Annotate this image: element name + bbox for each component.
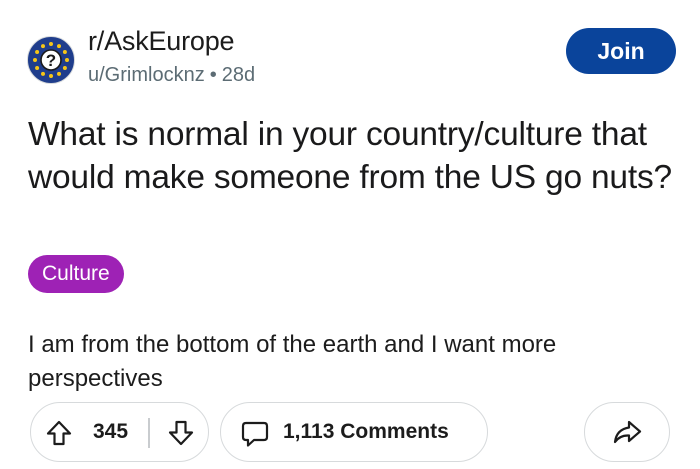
arrow-down-icon[interactable] [166,418,196,448]
score-count: 345 [93,420,129,443]
vote-pill: 345 [30,402,209,462]
subreddit-name[interactable]: r/AskEurope [88,26,235,57]
comments-count: 1,113 Comments [283,420,449,443]
eu-flag-question-icon: ? [27,36,75,84]
comment-bubble-icon [240,419,270,449]
post-age: 28d [221,64,256,86]
comments-button[interactable]: 1,113 Comments [220,402,488,462]
author-link[interactable]: u/Grimlocknz [88,64,205,86]
subreddit-avatar[interactable]: ? [26,35,76,85]
post-meta: u/Grimlocknz • 28d [88,64,255,87]
arrow-up-icon[interactable] [44,418,74,448]
flair-badge[interactable]: Culture [28,255,124,293]
post-header: ? r/AskEurope u/Grimlocknz • 28d Join [26,26,676,86]
vote-divider [148,418,150,448]
join-button[interactable]: Join [566,28,676,74]
share-button[interactable] [584,402,670,462]
share-arrow-icon [611,417,643,447]
post-title: What is normal in your country/culture t… [28,116,672,196]
meta-separator: • [209,64,217,86]
action-bar: 345 1,113 Comments [30,402,670,462]
svg-text:?: ? [46,51,56,70]
post-body: I am from the bottom of the earth and I … [28,331,557,392]
